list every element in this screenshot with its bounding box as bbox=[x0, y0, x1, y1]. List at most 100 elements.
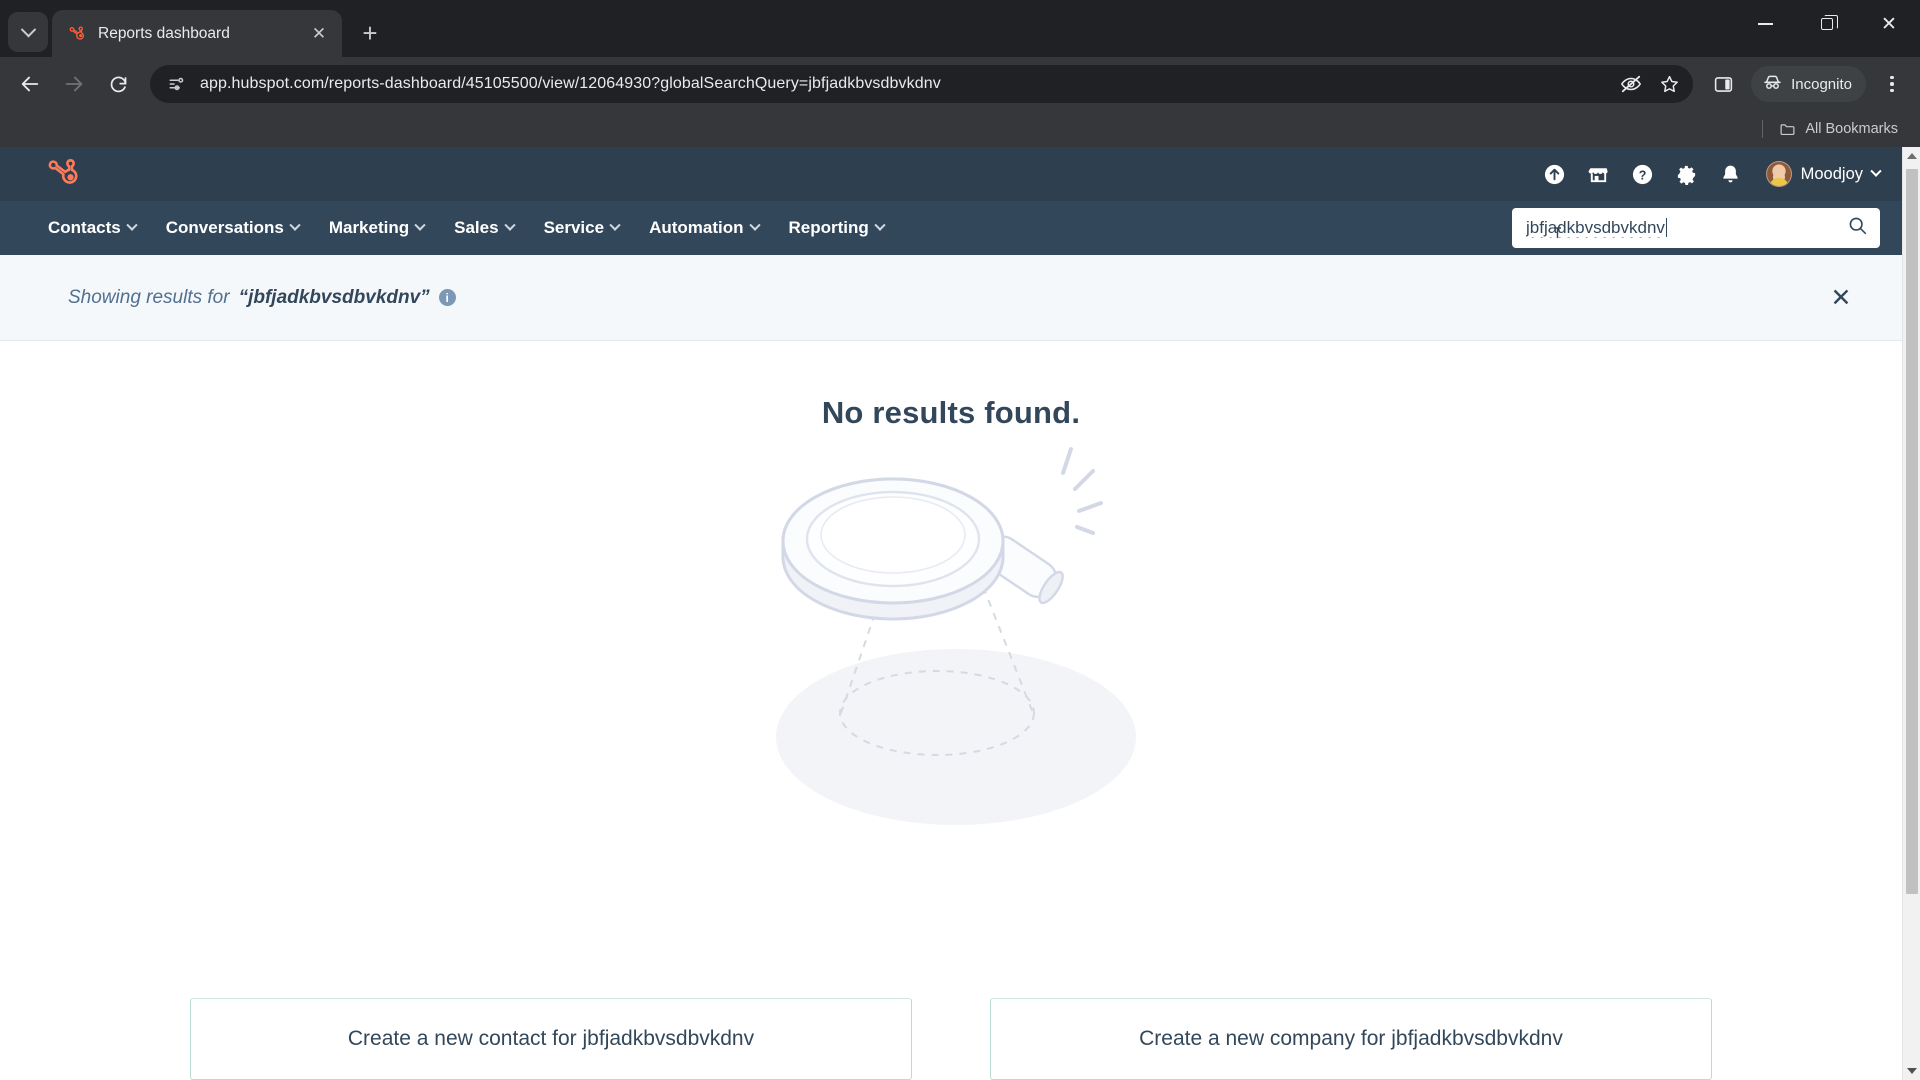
bookmarks-bar: All Bookmarks bbox=[0, 111, 1920, 147]
chevron-down-icon bbox=[414, 219, 426, 231]
chevron-down-icon bbox=[503, 219, 516, 231]
nav-label: Contacts bbox=[48, 218, 121, 237]
new-tab-button[interactable]: + bbox=[350, 13, 390, 53]
page-scrollbar[interactable] bbox=[1902, 147, 1920, 1080]
nav-item-reporting[interactable]: Reporting bbox=[788, 218, 886, 238]
create-company-button[interactable]: Create a new company for jbfjadkbvsdbvkd… bbox=[990, 998, 1712, 1080]
hubspot-main-nav: Contacts Conversations Marketing Sales S… bbox=[0, 201, 1902, 255]
create-contact-button[interactable]: Create a new contact for jbfjadkbvsdbvkd… bbox=[190, 998, 912, 1080]
minimize-icon bbox=[1757, 23, 1773, 25]
star-icon[interactable] bbox=[1651, 66, 1687, 102]
nav-label: Sales bbox=[454, 218, 499, 237]
restore-icon bbox=[1821, 15, 1838, 30]
triangle-down-icon bbox=[1906, 1068, 1917, 1074]
chevron-down-icon bbox=[289, 219, 301, 231]
arrow-right-icon bbox=[65, 76, 83, 92]
marketplace-icon[interactable] bbox=[1586, 161, 1612, 187]
window-close-button[interactable]: ✕ bbox=[1858, 0, 1920, 48]
search-results-banner: Showing results for “jbfjadkbvsdbvkdnv” … bbox=[0, 255, 1902, 341]
nav-item-conversations[interactable]: Conversations bbox=[165, 218, 301, 238]
chevron-down-icon bbox=[126, 219, 138, 231]
chevron-down-icon bbox=[874, 219, 886, 231]
help-icon[interactable]: ? bbox=[1630, 161, 1656, 187]
omnibox-actions bbox=[1613, 66, 1687, 102]
notifications-bell-icon[interactable] bbox=[1718, 161, 1744, 187]
kebab-dot bbox=[1890, 75, 1894, 80]
side-panel-icon[interactable] bbox=[1705, 66, 1741, 102]
kebab-dot bbox=[1890, 88, 1894, 93]
hubspot-sprocket-logo[interactable] bbox=[48, 157, 82, 191]
hubspot-sprocket-icon bbox=[68, 24, 88, 44]
nav-item-contacts[interactable]: Contacts bbox=[48, 218, 138, 238]
no-results-heading: No results found. bbox=[821, 395, 1081, 430]
page-settings-icon[interactable] bbox=[164, 71, 190, 97]
settings-gear-icon[interactable] bbox=[1674, 161, 1700, 187]
scrollbar-thumb[interactable] bbox=[1905, 169, 1918, 894]
profile-label: Incognito bbox=[1791, 75, 1852, 93]
chevron-down-icon bbox=[20, 21, 36, 37]
nav-items: Contacts Conversations Marketing Sales S… bbox=[48, 218, 886, 238]
info-icon[interactable]: i bbox=[438, 289, 456, 306]
magnifying-glass-beam-illustration bbox=[776, 447, 1136, 825]
search-results-content: No results found. Create a new contact f… bbox=[0, 341, 1902, 1080]
window-maximize-button[interactable] bbox=[1796, 0, 1858, 48]
tab-title: Reports dashboard bbox=[98, 24, 230, 42]
reload-icon bbox=[110, 76, 126, 92]
banner-prefix: Showing results for bbox=[68, 286, 230, 308]
nav-item-service[interactable]: Service bbox=[543, 218, 621, 238]
bookmarks-divider bbox=[1762, 120, 1764, 138]
window-controls: ✕ bbox=[1734, 0, 1920, 48]
triangle-up-icon bbox=[1906, 153, 1917, 159]
browser-tab[interactable]: Reports dashboard ✕ bbox=[52, 10, 342, 57]
banner-query: “jbfjadkbvsdbvkdnv” bbox=[238, 286, 430, 308]
nav-label: Conversations bbox=[165, 218, 284, 237]
eye-crossed-icon[interactable] bbox=[1613, 66, 1649, 102]
all-bookmarks-label: All Bookmarks bbox=[1805, 121, 1898, 137]
search-input[interactable]: jbfjadkbvsdbvkdnv bbox=[1526, 218, 1839, 238]
nav-item-sales[interactable]: Sales bbox=[454, 218, 516, 238]
upgrade-icon[interactable] bbox=[1542, 161, 1568, 187]
arrow-left-icon bbox=[21, 76, 39, 92]
hubspot-topbar: ? Moodjoy bbox=[0, 147, 1902, 201]
global-search-box[interactable]: jbfjadkbvsdbvkdnv bbox=[1512, 208, 1880, 248]
avatar bbox=[1765, 161, 1792, 187]
url-text: app.hubspot.com/reports-dashboard/451055… bbox=[200, 75, 941, 92]
nav-label: Reporting bbox=[788, 218, 869, 237]
search-magnifier-icon[interactable] bbox=[1847, 215, 1868, 241]
reload-button[interactable] bbox=[98, 64, 138, 104]
browser-menu-button[interactable] bbox=[1874, 62, 1910, 106]
address-bar[interactable]: app.hubspot.com/reports-dashboard/451055… bbox=[150, 65, 1694, 103]
profile-incognito-button[interactable]: Incognito bbox=[1751, 66, 1866, 102]
user-name: Moodjoy bbox=[1800, 164, 1863, 183]
scrollbar-track[interactable] bbox=[1902, 165, 1920, 1062]
banner-text: Showing results for “jbfjadkbvsdbvkdnv” … bbox=[68, 287, 456, 309]
nav-item-automation[interactable]: Automation bbox=[649, 218, 761, 238]
tab-search-button[interactable] bbox=[8, 12, 48, 52]
nav-label: Service bbox=[543, 218, 605, 237]
banner-close-button[interactable]: ✕ bbox=[1824, 281, 1858, 315]
browser-window: Reports dashboard ✕ + ✕ app.hubspot.com/… bbox=[0, 0, 1920, 1080]
tab-close-button[interactable]: ✕ bbox=[306, 21, 332, 47]
tab-strip: Reports dashboard ✕ + ✕ bbox=[0, 0, 1920, 57]
kebab-dot bbox=[1890, 82, 1894, 86]
back-button[interactable] bbox=[10, 64, 50, 104]
svg-text:?: ? bbox=[1639, 168, 1647, 182]
folder-icon bbox=[1780, 123, 1795, 135]
hubspot-topbar-actions: ? Moodjoy bbox=[1542, 161, 1882, 187]
search-input-value: jbfjadkbvsdbvkdnv bbox=[1526, 218, 1665, 237]
nav-item-marketing[interactable]: Marketing bbox=[328, 218, 426, 238]
create-actions-row: Create a new contact for jbfjadkbvsdbvkd… bbox=[0, 998, 1902, 1080]
chevron-down-icon bbox=[609, 219, 621, 231]
all-bookmarks-button[interactable]: All Bookmarks bbox=[1773, 117, 1904, 142]
chevron-down-icon bbox=[748, 219, 761, 231]
incognito-hat-icon bbox=[1762, 72, 1783, 97]
nav-label: Marketing bbox=[328, 218, 410, 237]
scrollbar-down-arrow[interactable] bbox=[1902, 1062, 1920, 1080]
user-menu[interactable]: Moodjoy bbox=[1765, 161, 1882, 187]
browser-toolbar: app.hubspot.com/reports-dashboard/451055… bbox=[0, 57, 1920, 111]
forward-button[interactable] bbox=[54, 64, 94, 104]
scrollbar-up-arrow[interactable] bbox=[1902, 147, 1920, 165]
text-caret bbox=[1665, 218, 1668, 237]
chevron-down-icon bbox=[1870, 165, 1882, 177]
window-minimize-button[interactable] bbox=[1734, 0, 1796, 48]
